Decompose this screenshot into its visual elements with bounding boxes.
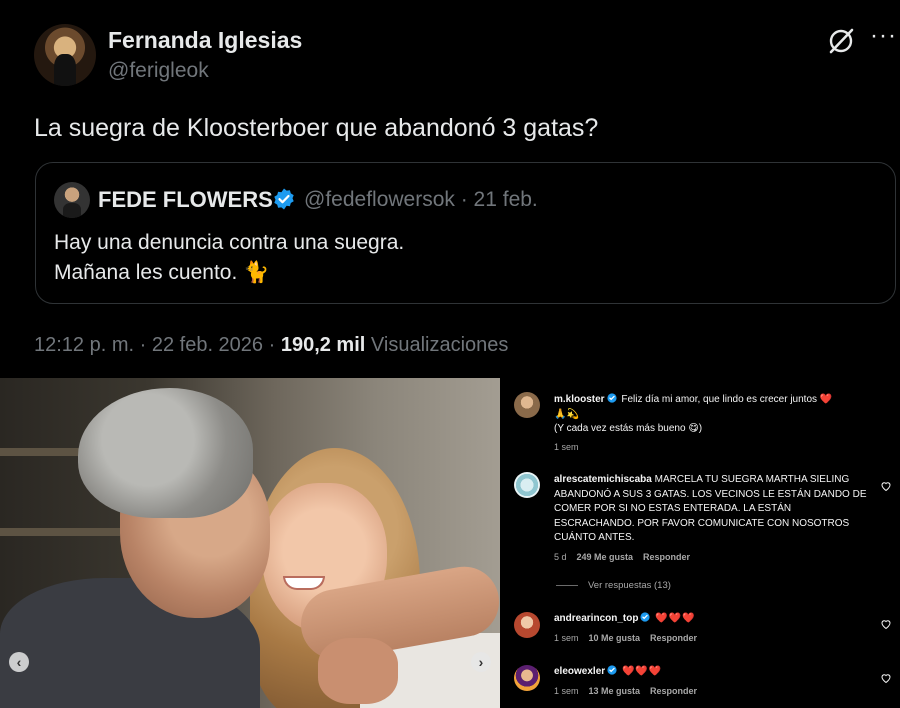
comment-time: 1 sem	[554, 686, 579, 696]
more-options-icon[interactable]: ···	[870, 22, 897, 50]
comment-text: ❤️❤️❤️	[621, 666, 663, 677]
comment-body: alrescatemichiscaba MARCELA TU SUEGRA MA…	[554, 473, 872, 546]
comment-meta: 1 sem	[554, 442, 589, 452]
carousel-next-button[interactable]: ›	[471, 652, 491, 672]
tweet-card: Fernanda Iglesias @ferigleok ··· La sueg…	[0, 0, 900, 378]
comment-text: Feliz día mi amor, que lindo es crecer j…	[621, 394, 833, 405]
comment-meta: 5 d 249 Me gusta Responder	[554, 552, 700, 562]
heart-icon[interactable]	[880, 480, 892, 492]
comment-likes[interactable]: 249 Me gusta	[577, 552, 634, 562]
comment-time: 5 d	[554, 552, 567, 562]
avatar[interactable]	[514, 392, 540, 418]
view-count: 190,2 mil	[280, 334, 366, 356]
carousel-prev-button[interactable]: ‹	[9, 652, 29, 672]
comment-meta: 1 sem 10 Me gusta Responder	[554, 633, 707, 643]
verified-badge-icon	[274, 188, 294, 210]
comment-time: 1 sem	[554, 442, 579, 452]
comment-time: 1 sem	[554, 633, 579, 643]
quoted-author-name: FEDE FLOWERS	[98, 187, 273, 212]
reply-button[interactable]: Responder	[643, 552, 690, 562]
comment-text-line: (Y cada vez estás más bueno 😋)	[554, 423, 703, 434]
avatar[interactable]	[514, 665, 540, 691]
comment-username[interactable]: alrescatemichiscaba	[554, 474, 652, 485]
comment-likes[interactable]: 10 Me gusta	[589, 633, 641, 643]
heart-icon[interactable]	[880, 618, 892, 630]
grok-icon[interactable]	[826, 26, 856, 56]
comment-username[interactable]: m.klooster	[554, 394, 605, 405]
tweet-meta: 12:12 p. m. · 22 feb. 2026 · 190,2 mil V…	[34, 334, 508, 357]
comment-username[interactable]: andrearincon_top	[554, 613, 638, 624]
comment-caption: m.klooster Feliz día mi amor, que lindo …	[554, 393, 874, 437]
comment-body: andrearincon_top ❤️❤️❤️	[554, 612, 872, 627]
man-hand	[318, 638, 398, 704]
avatar[interactable]	[514, 612, 540, 638]
author-handle[interactable]: @ferigleok	[108, 59, 209, 83]
instagram-comments: m.klooster Feliz día mi amor, que lindo …	[500, 378, 900, 708]
comment-likes[interactable]: 13 Me gusta	[589, 686, 641, 696]
verified-badge-icon	[606, 393, 617, 403]
quoted-text-line-1: Hay una denuncia contra una suegra.	[54, 231, 405, 254]
comment-body: eleowexler ❤️❤️❤️	[554, 665, 872, 680]
background-shelf	[0, 528, 120, 536]
author-name[interactable]: Fernanda Iglesias	[108, 27, 302, 54]
heart-icon[interactable]	[880, 672, 892, 684]
views-label: Visualizaciones	[365, 334, 509, 356]
avatar[interactable]	[514, 472, 540, 498]
quoted-author-handle-date: @fedeflowersok · 21 feb.	[304, 188, 538, 211]
couple-photo: ‹ ›	[0, 378, 500, 708]
comment-text: ❤️❤️❤️	[655, 613, 696, 624]
man-hair	[78, 388, 253, 518]
reply-button[interactable]: Responder	[650, 686, 697, 696]
reply-button[interactable]: Responder	[650, 633, 697, 643]
comment-emoji: 🙏💫	[554, 408, 579, 420]
tweet-timestamp[interactable]: 12:12 p. m. · 22 feb. 2026 ·	[34, 334, 281, 356]
verified-badge-icon	[607, 665, 617, 675]
verified-badge-icon	[640, 612, 651, 622]
comment-meta: 1 sem 13 Me gusta Responder	[554, 686, 707, 696]
quoted-text-line-2: Mañana les cuento. 🐈	[54, 261, 270, 284]
author-avatar[interactable]	[34, 24, 96, 86]
quoted-tweet[interactable]: FEDE FLOWERS @fedeflowersok · 21 feb. Ha…	[35, 162, 896, 304]
comment-username[interactable]: eleowexler	[554, 666, 605, 677]
view-replies-button[interactable]: Ver respuestas (13)	[556, 580, 671, 591]
quoted-author-avatar	[54, 182, 90, 218]
tweet-text: La suegra de Kloosterboer que abandonó 3…	[34, 114, 599, 142]
